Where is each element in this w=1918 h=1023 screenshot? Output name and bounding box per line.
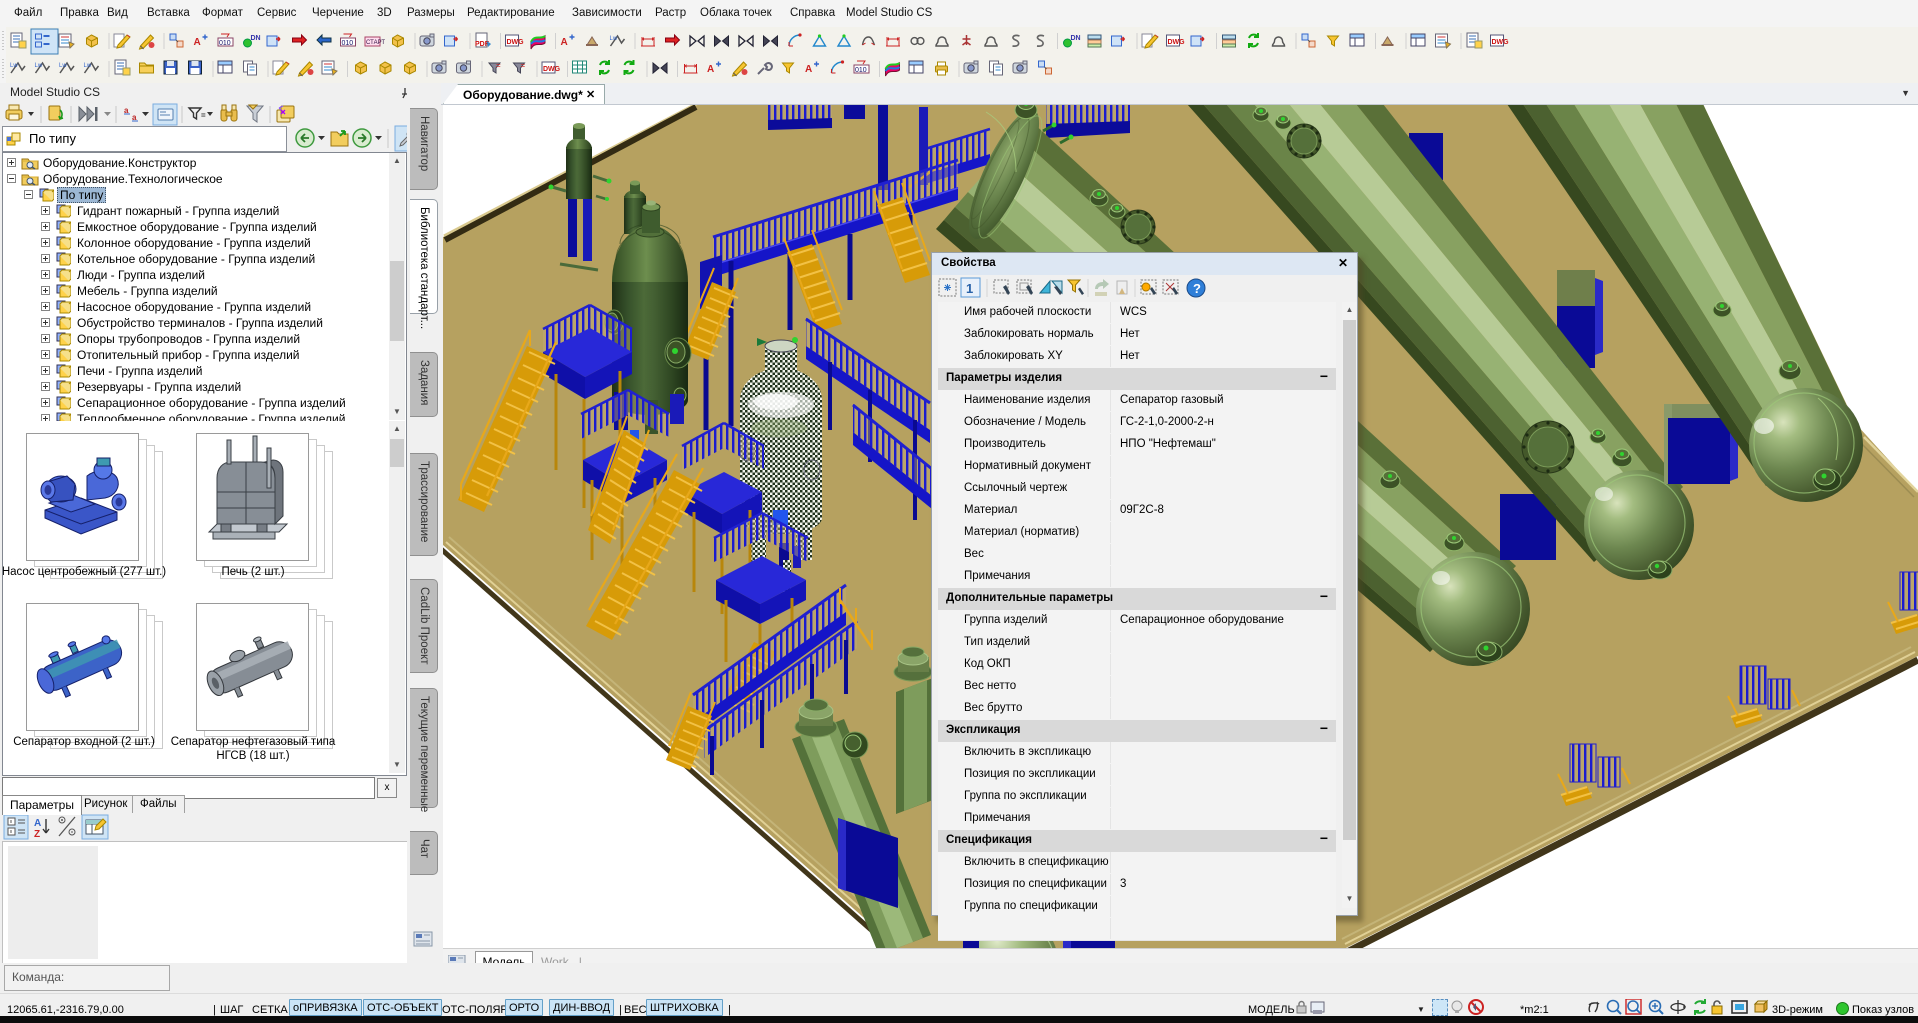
svg-text:1: 1 — [966, 281, 973, 296]
svg-text:=: = — [201, 111, 206, 120]
svg-text:Z: Z — [34, 829, 40, 840]
svg-text:A: A — [34, 818, 41, 829]
svg-text:?: ? — [1193, 281, 1201, 296]
